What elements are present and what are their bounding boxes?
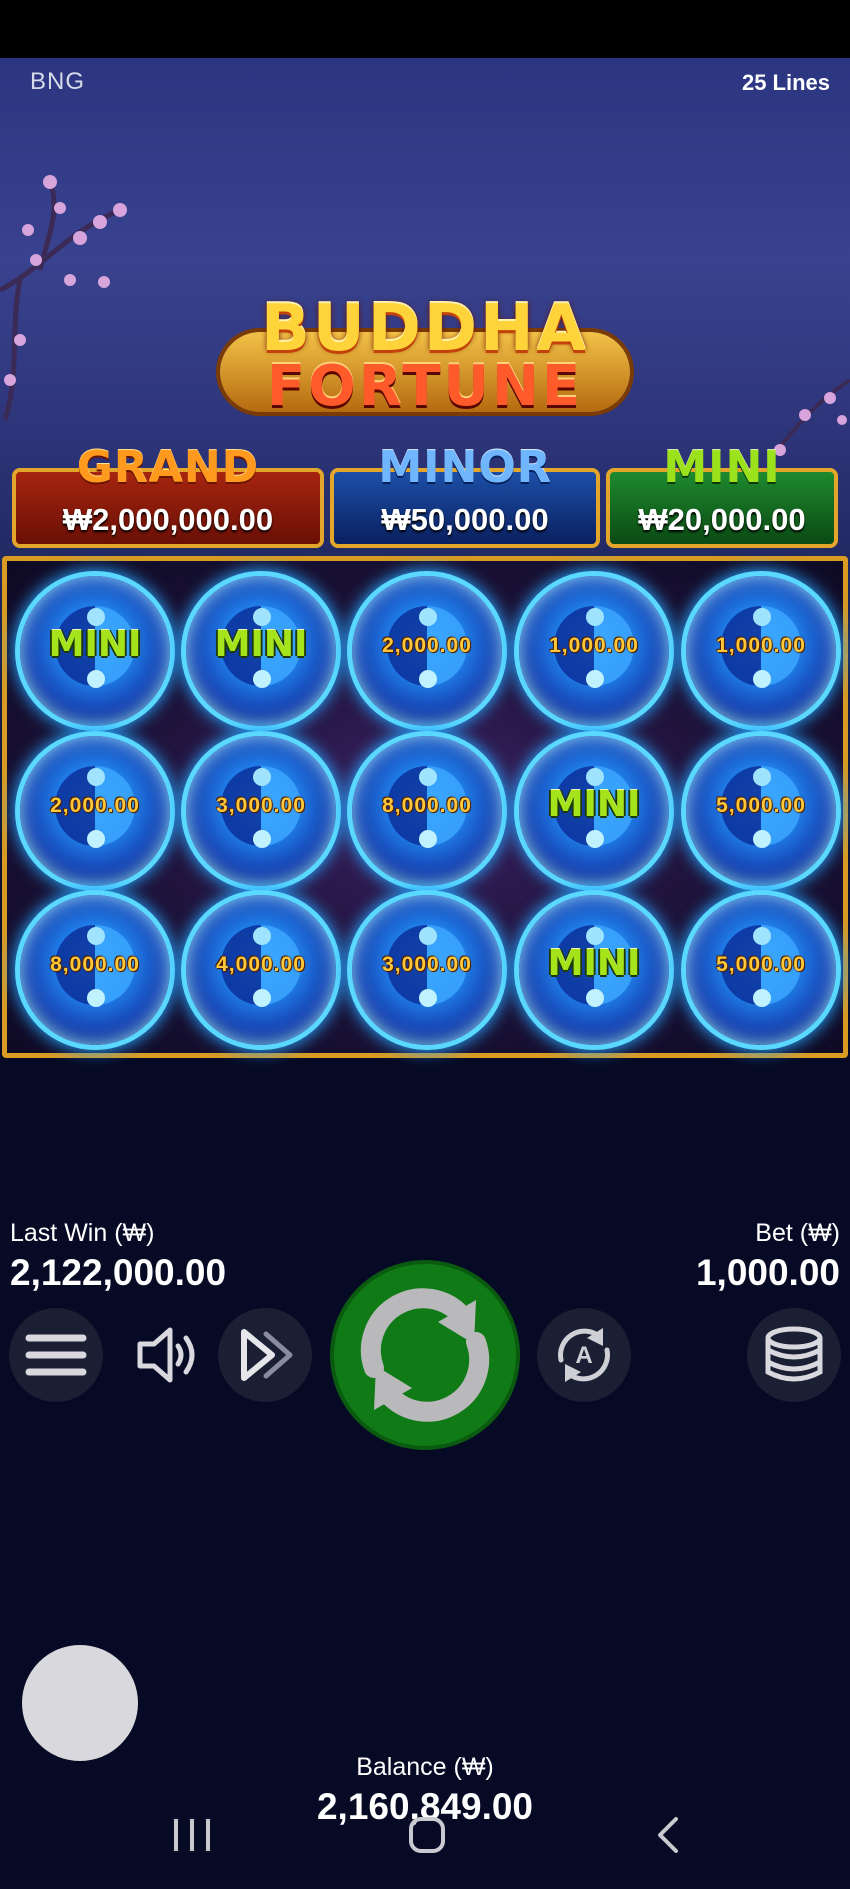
reel-symbol: 8,000.00 bbox=[16, 891, 174, 1049]
reel-symbol: MINI bbox=[515, 732, 673, 890]
reel-symbol: 1,000.00 bbox=[682, 572, 840, 730]
status-bar bbox=[0, 0, 850, 58]
jackpot-grand-panel: GRAND ₩2,000,000.00 bbox=[12, 442, 324, 548]
reel-symbol: 2,000.00 bbox=[16, 732, 174, 890]
symbol-value: 3,000.00 bbox=[382, 953, 472, 976]
jackpot-grand-amount: ₩2,000,000.00 bbox=[62, 502, 274, 537]
speaker-icon bbox=[137, 1327, 195, 1383]
reel-symbol: 5,000.00 bbox=[682, 891, 840, 1049]
symbol-value: 1,000.00 bbox=[549, 634, 639, 657]
autoplay-button[interactable]: A bbox=[537, 1308, 631, 1402]
symbol-value: MINI bbox=[547, 943, 641, 984]
symbol-value: MINI bbox=[214, 624, 308, 665]
reel-symbol: 4,000.00 bbox=[182, 891, 340, 1049]
reel-symbol: 2,000.00 bbox=[348, 572, 506, 730]
jackpot-minor-panel: MINOR ₩50,000.00 bbox=[330, 442, 600, 548]
home-icon[interactable] bbox=[405, 1815, 449, 1855]
symbol-value: MINI bbox=[547, 784, 641, 825]
reel-symbol: 3,000.00 bbox=[182, 732, 340, 890]
logo-title-line2: FORTUNE bbox=[266, 354, 584, 419]
sound-button[interactable] bbox=[118, 1308, 212, 1402]
hamburger-menu-icon bbox=[25, 1334, 87, 1376]
bet-value: 1,000.00 bbox=[695, 1252, 840, 1293]
jackpot-grand-title: GRAND bbox=[76, 442, 260, 493]
reel-symbol: 3,000.00 bbox=[348, 891, 506, 1049]
symbol-value: 2,000.00 bbox=[50, 794, 140, 817]
spin-arrows-icon bbox=[360, 1288, 490, 1422]
jackpot-mini-panel: MINI ₩20,000.00 bbox=[606, 442, 838, 548]
reel-symbol: MINI bbox=[182, 572, 340, 730]
symbol-value: 8,000.00 bbox=[382, 794, 472, 817]
symbol-value: 2,000.00 bbox=[382, 634, 472, 657]
cherry-blossom-branch-icon bbox=[0, 175, 127, 421]
jackpot-mini-amount: ₩20,000.00 bbox=[638, 502, 806, 537]
reel-symbol: MINI bbox=[515, 891, 673, 1049]
symbol-value: MINI bbox=[48, 624, 142, 665]
provider-brand: BNG bbox=[30, 68, 86, 95]
balance-label: Balance (₩) bbox=[356, 1753, 494, 1781]
reel-symbol: 8,000.00 bbox=[348, 732, 506, 890]
bet-label: Bet (₩) bbox=[755, 1219, 840, 1247]
last-win-value: 2,122,000.00 bbox=[10, 1252, 227, 1293]
floating-assistive-button[interactable] bbox=[22, 1645, 138, 1761]
paylines-indicator: 25 Lines bbox=[741, 70, 830, 95]
jackpot-minor-amount: ₩50,000.00 bbox=[381, 502, 549, 537]
autoplay-letter: A bbox=[575, 1342, 592, 1369]
reel-symbol: MINI bbox=[16, 572, 174, 730]
symbol-value: 3,000.00 bbox=[216, 794, 306, 817]
jackpot-minor-title: MINOR bbox=[378, 442, 552, 493]
last-win-label: Last Win (₩) bbox=[10, 1219, 155, 1247]
spin-button[interactable] bbox=[334, 1264, 516, 1446]
back-icon[interactable] bbox=[648, 1815, 688, 1855]
reel-grid: MINI MINI 2,000.00 1,000.00 1,000.00 2,0… bbox=[2, 556, 848, 1058]
reel-symbol: 1,000.00 bbox=[515, 572, 673, 730]
game-logo: BUDDHA FORTUNE bbox=[210, 292, 640, 430]
autoplay-icon: A bbox=[558, 1328, 610, 1382]
reel-symbol: 5,000.00 bbox=[682, 732, 840, 890]
turbo-button[interactable] bbox=[218, 1308, 312, 1402]
recent-apps-icon[interactable] bbox=[170, 1815, 214, 1855]
symbol-value: 5,000.00 bbox=[716, 953, 806, 976]
symbol-value: 8,000.00 bbox=[50, 953, 140, 976]
menu-button[interactable] bbox=[9, 1308, 103, 1402]
symbol-value: 5,000.00 bbox=[716, 794, 806, 817]
symbol-value: 4,000.00 bbox=[216, 953, 306, 976]
jackpot-mini-title: MINI bbox=[663, 442, 781, 493]
bet-button[interactable] bbox=[747, 1308, 841, 1402]
coin-stack-icon bbox=[765, 1326, 823, 1382]
fast-forward-icon bbox=[241, 1329, 293, 1381]
symbol-value: 1,000.00 bbox=[716, 634, 806, 657]
